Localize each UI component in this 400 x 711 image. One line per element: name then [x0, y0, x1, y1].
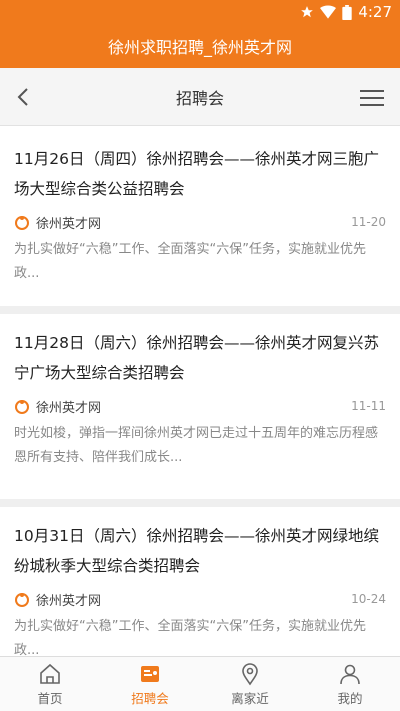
site-logo-icon — [15, 216, 29, 230]
page-header: 招聘会 — [0, 68, 400, 126]
list-item[interactable]: 11月28日（周六）徐州招聘会——徐州英才网复兴苏宁广场大型综合类招聘会 徐州英… — [0, 314, 400, 499]
page-title: 招聘会 — [175, 88, 224, 108]
star-icon — [301, 6, 314, 18]
home-icon — [40, 663, 60, 684]
wifi-icon — [320, 5, 337, 19]
site-logo-icon — [15, 593, 29, 607]
tab-job-fair[interactable]: 招聘会 — [100, 657, 200, 711]
profile-icon — [340, 664, 360, 685]
hamburger-menu-icon[interactable] — [360, 88, 384, 108]
clock: 4:27 — [358, 3, 392, 21]
list-item[interactable]: 11月26日（周四）徐州招聘会——徐州英才网三胞广场大型综合类公益招聘会 徐州英… — [0, 126, 400, 306]
item-summary: 为扎实做好“六稳”工作、全面落实“六保”任务，实施就业优先政... — [14, 619, 366, 656]
tab-label: 首页 — [37, 691, 63, 706]
tab-nearby[interactable]: 离家近 — [200, 657, 300, 711]
item-title[interactable]: 11月28日（周六）徐州招聘会——徐州英才网复兴苏宁广场大型综合类招聘会 — [14, 328, 386, 388]
tab-label: 我的 — [337, 691, 363, 706]
item-source: 徐州英才网 — [36, 216, 102, 232]
item-meta: 徐州英才网 10-24 — [14, 589, 386, 609]
item-meta: 徐州英才网 11-11 — [14, 396, 386, 416]
item-date: 11-20 — [351, 215, 386, 229]
item-title[interactable]: 10月31日（周六）徐州招聘会——徐州英才网绿地缤纷城秋季大型综合类招聘会 — [14, 521, 386, 581]
app-title: 徐州求职招聘_徐州英才网 — [107, 38, 292, 57]
site-logo-icon — [15, 400, 29, 414]
item-summary: 时光如梭，弹指一挥间徐州英才网已走过十五周年的难忘历程感恩所有支持、陪伴我们成长… — [14, 426, 379, 465]
item-source: 徐州英才网 — [36, 593, 102, 609]
tab-label: 离家近 — [231, 691, 269, 706]
chevron-left-icon[interactable] — [10, 83, 38, 111]
status-bar: 4:27 — [0, 0, 400, 24]
tab-home[interactable]: 首页 — [0, 657, 100, 711]
battery-icon — [342, 4, 352, 20]
tab-label: 招聘会 — [131, 691, 169, 706]
job-fair-list: 11月26日（周四）徐州招聘会——徐州英才网三胞广场大型综合类公益招聘会 徐州英… — [0, 126, 400, 656]
item-date: 11-11 — [351, 399, 386, 413]
item-title[interactable]: 11月26日（周四）徐州招聘会——徐州英才网三胞广场大型综合类公益招聘会 — [14, 144, 386, 204]
item-summary: 为扎实做好“六稳”工作、全面落实“六保”任务，实施就业优先政... — [14, 242, 366, 281]
list-item[interactable]: 10月31日（周六）徐州招聘会——徐州英才网绿地缤纷城秋季大型综合类招聘会 徐州… — [0, 507, 400, 656]
bottom-tab-bar: 首页 招聘会 离家近 我的 — [0, 656, 400, 711]
tab-profile[interactable]: 我的 — [300, 657, 400, 711]
item-source: 徐州英才网 — [36, 400, 102, 416]
item-meta: 徐州英才网 11-20 — [14, 212, 386, 232]
job-fair-icon — [141, 666, 159, 682]
app-title-bar: 徐州求职招聘_徐州英才网 — [0, 24, 400, 68]
item-date: 10-24 — [351, 592, 386, 606]
location-pin-icon — [242, 663, 258, 686]
